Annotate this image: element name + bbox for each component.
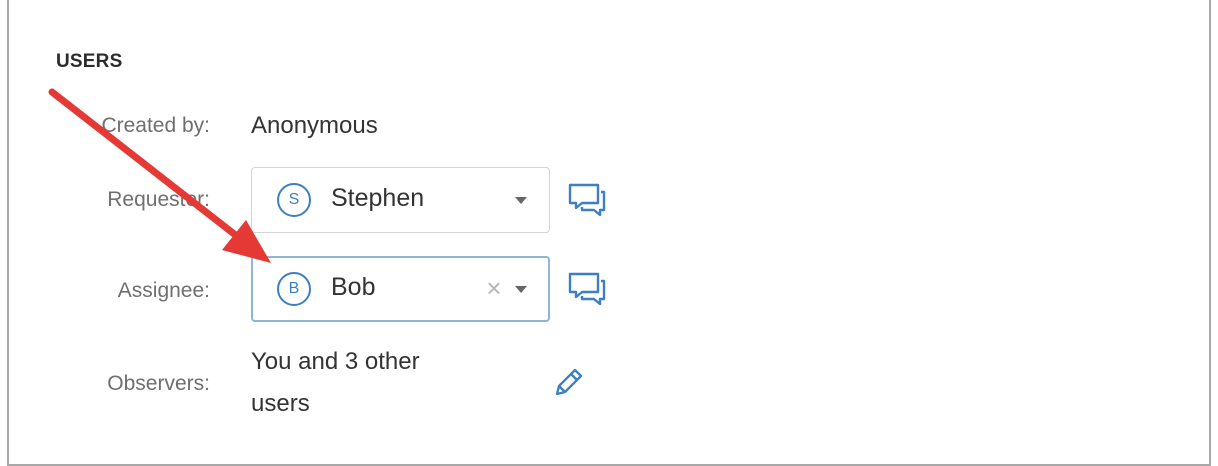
assignee-avatar: B xyxy=(277,272,311,306)
users-panel xyxy=(7,0,1211,466)
requester-value: Stephen xyxy=(331,184,425,212)
clear-icon[interactable]: × xyxy=(483,273,505,303)
chevron-down-icon[interactable] xyxy=(515,197,527,204)
section-title: USERS xyxy=(56,51,123,72)
assignee-label: Assignee: xyxy=(117,279,210,302)
observers-line-2: users xyxy=(251,390,310,417)
requester-select[interactable]: S Stephen xyxy=(251,167,550,233)
created-by-label: Created by: xyxy=(101,114,210,137)
requester-label: Requester: xyxy=(107,188,210,211)
chevron-down-icon[interactable] xyxy=(515,286,527,293)
chat-icon[interactable] xyxy=(567,180,607,220)
assignee-select[interactable]: B Bob × xyxy=(251,256,550,322)
assignee-value: Bob xyxy=(331,273,376,301)
chat-icon[interactable] xyxy=(567,269,607,309)
observers-label: Observers: xyxy=(107,372,210,395)
pencil-icon[interactable] xyxy=(551,364,587,400)
observers-line-1: You and 3 other xyxy=(251,348,420,375)
created-by-value: Anonymous xyxy=(251,112,378,139)
requester-avatar: S xyxy=(277,183,311,217)
